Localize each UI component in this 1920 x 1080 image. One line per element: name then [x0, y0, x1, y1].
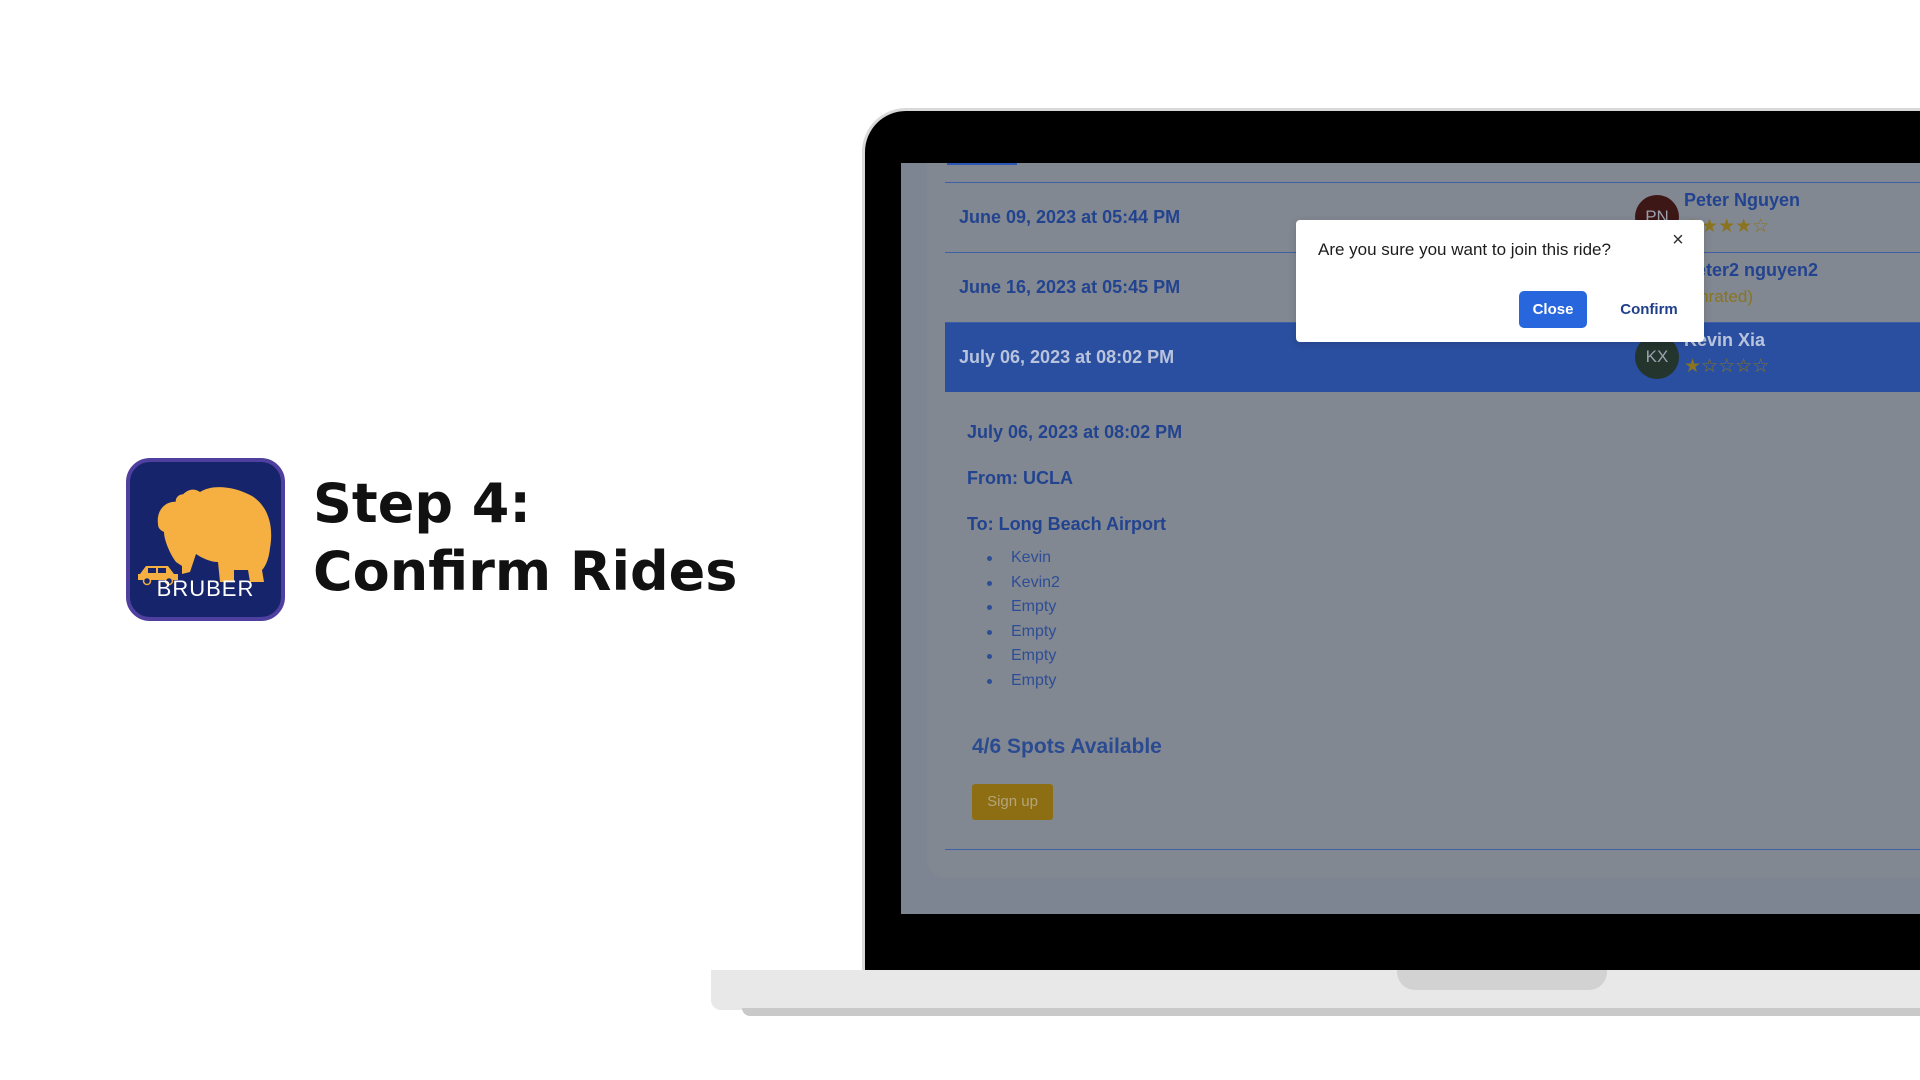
ride-detail-panel: July 06, 2023 at 08:02 PM From: UCLA To:… [945, 394, 1920, 850]
detail-from: From: UCLA [967, 468, 1073, 488]
bruber-logo: BRUBER [126, 458, 285, 621]
close-icon[interactable]: × [1668, 230, 1688, 250]
ride-date: June 16, 2023 at 05:45 PM [959, 277, 1181, 297]
confirm-join-modal: Are you sure you want to join this ride?… [1296, 220, 1704, 342]
detail-date: July 06, 2023 at 08:02 PM [967, 422, 1183, 442]
ride-date: July 06, 2023 at 08:02 PM [959, 347, 1175, 367]
passenger-item: Empty [987, 644, 1060, 669]
rating-stars: ★☆☆☆☆ [1684, 355, 1770, 377]
driver-name[interactable]: Peter Nguyen [1684, 190, 1800, 211]
modal-message: Are you sure you want to join this ride? [1318, 240, 1611, 259]
passenger-item: Empty [987, 595, 1060, 620]
driver-name[interactable]: Peter2 nguyen2 [1684, 260, 1818, 281]
passenger-item: Empty [987, 669, 1060, 694]
step-title: Step 4: Confirm Rides [313, 470, 773, 606]
detail-to: To: Long Beach Airport [967, 514, 1166, 534]
sign-up-button[interactable]: Sign up [972, 784, 1053, 820]
step-title-line-1: Step 4: [313, 472, 531, 535]
close-button[interactable]: Close [1519, 291, 1587, 328]
spots-available: 4/6 Spots Available [972, 735, 1162, 758]
logo-text: BRUBER [156, 576, 255, 601]
passenger-item: Kevin [987, 546, 1060, 571]
laptop-foot [742, 1008, 1920, 1016]
confirm-button[interactable]: Confirm [1601, 291, 1697, 328]
step-title-line-2: Confirm Rides [313, 540, 738, 603]
passenger-item: Kevin2 [987, 571, 1060, 596]
tab-indicator [947, 163, 1017, 165]
passenger-list: Kevin Kevin2 Empty Empty Empty Empty [987, 546, 1060, 694]
ride-date: June 09, 2023 at 05:44 PM [959, 207, 1181, 227]
laptop-notch [1397, 970, 1607, 990]
laptop-base [711, 970, 1920, 1010]
passenger-item: Empty [987, 620, 1060, 645]
